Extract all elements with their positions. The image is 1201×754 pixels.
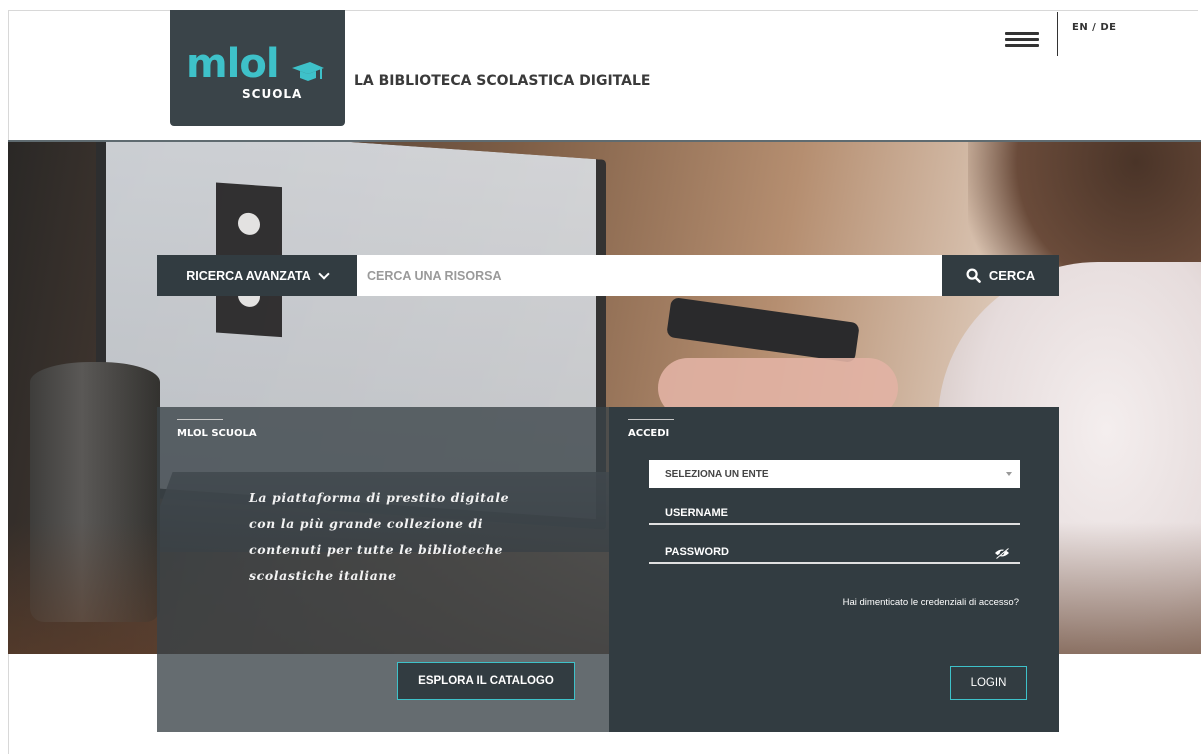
- username-field[interactable]: [649, 503, 1020, 525]
- about-title: MLOL SCUOLA: [177, 428, 257, 439]
- header-divider: [1057, 12, 1058, 56]
- login-panel: ACCEDI SELEZIONA UN ENTE Hai dimenticato…: [609, 407, 1059, 732]
- site-logo[interactable]: mlol SCUOLA: [170, 10, 345, 126]
- logo-wordmark: mlol: [186, 41, 280, 87]
- hamburger-menu-icon[interactable]: [1005, 32, 1039, 48]
- graduation-cap-icon: [292, 62, 324, 81]
- password-field[interactable]: [649, 542, 1020, 564]
- institution-select-value: SELEZIONA UN ENTE: [665, 468, 769, 480]
- section-divider: [628, 419, 674, 420]
- tagline-line: scolastiche italiane: [249, 568, 397, 583]
- eye-slash-icon[interactable]: [994, 547, 1010, 559]
- tagline-line: contenuti per tutte le biblioteche: [249, 542, 504, 557]
- search-bar: RICERCA AVANZATA CERCA: [157, 255, 1059, 296]
- about-panel: MLOL SCUOLA La piattaforma di prestito d…: [157, 407, 609, 732]
- forgot-credentials-link[interactable]: Hai dimenticato le credenziali di access…: [843, 597, 1019, 608]
- tagline: La piattaforma di prestito digitale con …: [249, 485, 539, 589]
- advanced-search-button[interactable]: RICERCA AVANZATA: [157, 255, 357, 296]
- search-input[interactable]: [357, 255, 942, 296]
- login-button[interactable]: LOGIN: [950, 666, 1027, 700]
- language-switch[interactable]: EN / DE: [1072, 22, 1116, 33]
- advanced-search-label: RICERCA AVANZATA: [186, 268, 311, 283]
- search-button-label: CERCA: [988, 268, 1036, 283]
- search-button[interactable]: CERCA: [942, 255, 1059, 296]
- explore-catalog-button[interactable]: ESPLORA IL CATALOGO: [397, 662, 575, 700]
- chevron-down-icon: [318, 267, 330, 280]
- institution-select[interactable]: SELEZIONA UN ENTE: [649, 460, 1020, 488]
- tagline-line: con la più grande collezione di: [249, 516, 484, 531]
- caret-down-icon: [1006, 472, 1012, 476]
- logo-subtitle: SCUOLA: [242, 87, 303, 101]
- tagline-line: La piattaforma di prestito digitale: [249, 490, 510, 505]
- section-divider: [177, 419, 223, 420]
- site-title: LA BIBLIOTECA SCOLASTICA DIGITALE: [354, 73, 651, 89]
- login-title: ACCEDI: [628, 428, 670, 439]
- search-icon: [966, 268, 981, 283]
